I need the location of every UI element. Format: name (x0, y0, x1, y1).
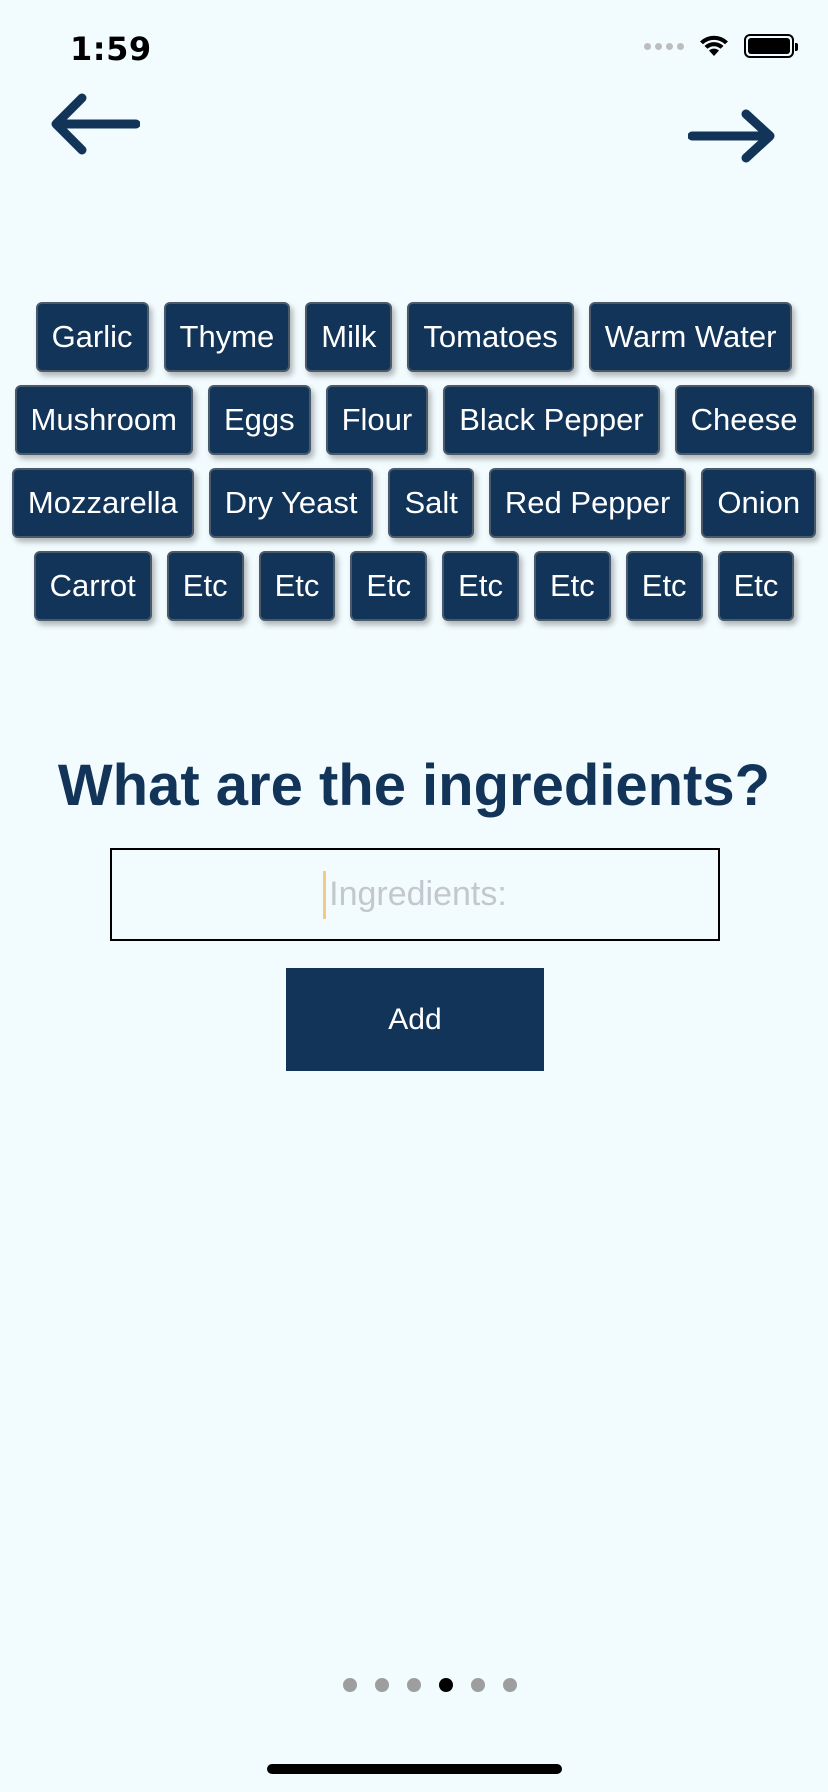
status-icons (644, 34, 798, 58)
page-dot[interactable] (343, 1678, 357, 1692)
ingredient-chip[interactable]: Mushroom (14, 385, 193, 455)
text-caret (323, 870, 327, 919)
ingredient-chip[interactable]: Garlic (35, 302, 149, 372)
ingredients-input-placeholder: Ingredients: (329, 875, 507, 913)
ingredient-chip[interactable]: Thyme (163, 302, 291, 372)
page-dot[interactable] (471, 1678, 485, 1692)
page-title: What are the ingredients? (57, 753, 771, 818)
ingredient-chip[interactable]: Etc (533, 551, 611, 621)
ingredient-chip[interactable]: Tomatoes (407, 302, 574, 372)
chip-row: Mozzarella Dry Yeast Salt Red Pepper Oni… (0, 468, 828, 538)
chip-row: Garlic Thyme Milk Tomatoes Warm Water (0, 302, 828, 372)
home-indicator[interactable] (267, 1764, 562, 1774)
ingredient-chip[interactable]: Warm Water (588, 302, 793, 372)
arrow-right-icon (688, 109, 775, 163)
ingredient-chip[interactable]: Dry Yeast (208, 468, 374, 538)
page-dot[interactable] (503, 1678, 517, 1692)
status-time: 1:59 (70, 30, 152, 68)
chip-row: Mushroom Eggs Flour Black Pepper Cheese (0, 385, 828, 455)
ingredient-chip[interactable]: Etc (625, 551, 703, 621)
arrow-left-icon (51, 93, 140, 155)
ingredient-chip[interactable]: Red Pepper (488, 468, 687, 538)
page-dot[interactable] (407, 1678, 421, 1692)
ingredient-chip[interactable]: Onion (701, 468, 817, 538)
page-dot[interactable] (375, 1678, 389, 1692)
ingredients-input[interactable]: Ingredients: (110, 848, 720, 941)
page-dot-active[interactable] (439, 1678, 453, 1692)
page-indicator (16, 1678, 828, 1692)
ingredient-chip[interactable]: Etc (717, 551, 795, 621)
ingredient-chip[interactable]: Etc (442, 551, 519, 621)
ingredient-chip[interactable]: Carrot (33, 551, 152, 621)
ingredient-chip[interactable]: Black Pepper (443, 385, 660, 455)
ingredient-chip[interactable]: Flour (325, 385, 429, 455)
ingredient-chip[interactable]: Etc (350, 551, 428, 621)
ingredient-chip[interactable]: Etc (166, 551, 244, 621)
back-button[interactable] (44, 84, 144, 164)
ingredient-chip[interactable]: Mozzarella (11, 468, 194, 538)
ingredient-chip[interactable]: Eggs (207, 385, 311, 455)
chip-row: Carrot Etc Etc Etc Etc Etc Etc Etc (0, 551, 828, 621)
battery-icon (744, 34, 798, 58)
ingredient-chip[interactable]: Cheese (674, 385, 814, 455)
cellular-signal-icon (644, 42, 684, 50)
ingredient-chip[interactable]: Milk (305, 302, 393, 372)
wifi-icon (700, 35, 728, 56)
add-button[interactable]: Add (286, 968, 544, 1071)
ingredient-chip[interactable]: Salt (388, 468, 474, 538)
forward-button[interactable] (684, 96, 784, 176)
ingredient-chip-grid: Garlic Thyme Milk Tomatoes Warm Water Mu… (0, 302, 828, 634)
ingredient-chip[interactable]: Etc (258, 551, 336, 621)
